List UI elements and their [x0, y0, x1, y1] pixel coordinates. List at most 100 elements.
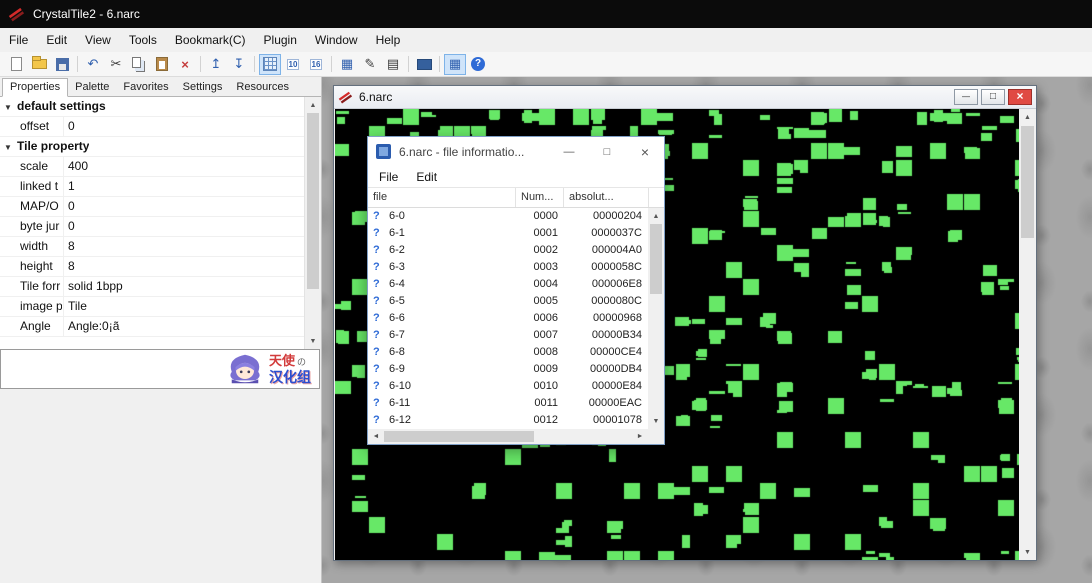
- decimal-address-icon[interactable]: 10: [282, 54, 304, 75]
- file-row[interactable]: 6-500050000080C: [368, 293, 648, 310]
- file-row[interactable]: 6-9000900000DB4: [368, 361, 648, 378]
- menu-tools[interactable]: Tools: [120, 28, 166, 52]
- scrollbar-down-button[interactable]: [305, 333, 321, 349]
- menu-edit[interactable]: Edit: [37, 28, 76, 52]
- file-row[interactable]: 6-10001000000E84: [368, 378, 648, 395]
- scrollbar-left-button[interactable]: [368, 429, 384, 444]
- tile-viewer-scrollbar[interactable]: [1019, 109, 1036, 560]
- property-row-image-p[interactable]: image p Tile: [0, 297, 304, 317]
- file-row[interactable]: 6-300030000058C: [368, 259, 648, 276]
- dialog-maximize-button[interactable]: [588, 137, 626, 166]
- tab-palette[interactable]: Palette: [68, 79, 116, 96]
- help-icon[interactable]: ?: [467, 54, 489, 75]
- cut-icon[interactable]: ✂: [105, 54, 127, 75]
- property-value[interactable]: Angle:0¡ã: [63, 317, 303, 336]
- property-row-width[interactable]: width 8: [0, 237, 304, 257]
- property-value[interactable]: Tile: [63, 297, 303, 316]
- file-row[interactable]: 6-100010000037C: [368, 225, 648, 242]
- collapse-arrow-icon[interactable]: [4, 137, 12, 157]
- property-row-angle[interactable]: Angle Angle:0¡ã: [0, 317, 304, 337]
- tile-viewer-titlebar[interactable]: 6.narc: [334, 86, 1036, 109]
- undo-icon[interactable]: ↶: [82, 54, 104, 75]
- scrollbar-thumb[interactable]: [650, 224, 662, 294]
- tile-table-icon[interactable]: ▦: [336, 54, 358, 75]
- menu-window[interactable]: Window: [306, 28, 367, 52]
- scrollbar-up-button[interactable]: [305, 97, 321, 113]
- file-row[interactable]: 6-40004000006E8: [368, 276, 648, 293]
- hex-address-icon[interactable]: 16: [305, 54, 327, 75]
- dialog-horizontal-scrollbar[interactable]: [368, 429, 648, 444]
- paste-icon[interactable]: [151, 54, 173, 75]
- property-grid-scrollbar[interactable]: [304, 97, 321, 349]
- tab-resources[interactable]: Resources: [229, 79, 296, 96]
- screen-capture-icon[interactable]: [413, 54, 435, 75]
- property-value[interactable]: 1: [63, 177, 303, 196]
- property-row-map[interactable]: MAP/O 0: [0, 197, 304, 217]
- property-value[interactable]: 0: [63, 117, 303, 136]
- property-row-byte-jump[interactable]: byte jur 0: [0, 217, 304, 237]
- property-value[interactable]: 0: [63, 197, 303, 216]
- tile-view-icon[interactable]: [259, 54, 281, 75]
- property-value[interactable]: 8: [63, 237, 303, 256]
- new-file-icon[interactable]: [5, 54, 27, 75]
- file-row[interactable]: 6-0000000000204: [368, 208, 648, 225]
- scrollbar-down-button[interactable]: [648, 413, 664, 429]
- scrollbar-thumb[interactable]: [1021, 126, 1034, 238]
- menu-bookmark[interactable]: Bookmark(C): [166, 28, 255, 52]
- page-down-icon[interactable]: ↧: [228, 54, 250, 75]
- menu-file[interactable]: File: [0, 28, 37, 52]
- dialog-vertical-scrollbar[interactable]: [648, 208, 664, 429]
- scrollbar-down-button[interactable]: [1019, 544, 1036, 560]
- file-row[interactable]: 6-11001100000EAC: [368, 395, 648, 412]
- save-icon[interactable]: [51, 54, 73, 75]
- menu-view[interactable]: View: [76, 28, 120, 52]
- dialog-menu-edit[interactable]: Edit: [407, 170, 446, 184]
- menu-plugin[interactable]: Plugin: [255, 28, 306, 52]
- property-row-tile-format[interactable]: Tile forr solid 1bpp: [0, 277, 304, 297]
- show-grid-icon[interactable]: ▦: [444, 54, 466, 75]
- save-glyph: [56, 58, 69, 71]
- delete-icon[interactable]: ×: [174, 54, 196, 75]
- close-button[interactable]: [1008, 89, 1032, 105]
- file-row[interactable]: 6-7000700000B34: [368, 327, 648, 344]
- scrollbar-right-button[interactable]: [632, 429, 648, 444]
- collapse-arrow-icon[interactable]: [4, 97, 12, 117]
- print-icon[interactable]: ▤: [382, 54, 404, 75]
- column-header-file[interactable]: file: [368, 188, 516, 207]
- scrollbar-thumb[interactable]: [384, 431, 534, 442]
- maximize-button[interactable]: [981, 89, 1005, 105]
- minimize-button[interactable]: [954, 89, 978, 105]
- scrollbar-up-button[interactable]: [1019, 109, 1036, 125]
- property-row-height[interactable]: height 8: [0, 257, 304, 277]
- dialog-menu-file[interactable]: File: [370, 170, 407, 184]
- property-row-scale[interactable]: scale 400: [0, 157, 304, 177]
- property-row-offset[interactable]: offset 0: [0, 117, 304, 137]
- file-row[interactable]: 6-20002000004A0: [368, 242, 648, 259]
- file-row[interactable]: 6-6000600000968: [368, 310, 648, 327]
- tab-favorites[interactable]: Favorites: [116, 79, 175, 96]
- edit-mode-icon[interactable]: ✎: [359, 54, 381, 75]
- property-value[interactable]: 0: [63, 217, 303, 236]
- tab-properties[interactable]: Properties: [2, 78, 68, 97]
- dialog-titlebar[interactable]: 6.narc - file informatio...: [368, 137, 664, 166]
- property-group-tile-property[interactable]: Tile property: [0, 137, 304, 157]
- file-row[interactable]: 6-12001200001078: [368, 412, 648, 429]
- open-file-icon[interactable]: [28, 54, 50, 75]
- property-row-linked-tile[interactable]: linked t 1: [0, 177, 304, 197]
- property-value[interactable]: solid 1bpp: [63, 277, 303, 296]
- page-up-icon[interactable]: ↥: [205, 54, 227, 75]
- file-row[interactable]: 6-8000800000CE4: [368, 344, 648, 361]
- dialog-minimize-button[interactable]: [550, 137, 588, 166]
- property-value[interactable]: 8: [63, 257, 303, 276]
- copy-icon[interactable]: [128, 54, 150, 75]
- menu-help[interactable]: Help: [367, 28, 410, 52]
- property-group-default-settings[interactable]: default settings: [0, 97, 304, 117]
- column-header-offset[interactable]: absolut...: [564, 188, 649, 207]
- app-titlebar[interactable]: CrystalTile2 - 6.narc: [0, 0, 1092, 28]
- dialog-close-button[interactable]: [626, 137, 664, 166]
- property-value[interactable]: 400: [63, 157, 303, 176]
- scrollbar-thumb[interactable]: [307, 113, 319, 289]
- tab-settings[interactable]: Settings: [176, 79, 230, 96]
- scrollbar-up-button[interactable]: [648, 208, 664, 224]
- column-header-number[interactable]: Num...: [516, 188, 564, 207]
